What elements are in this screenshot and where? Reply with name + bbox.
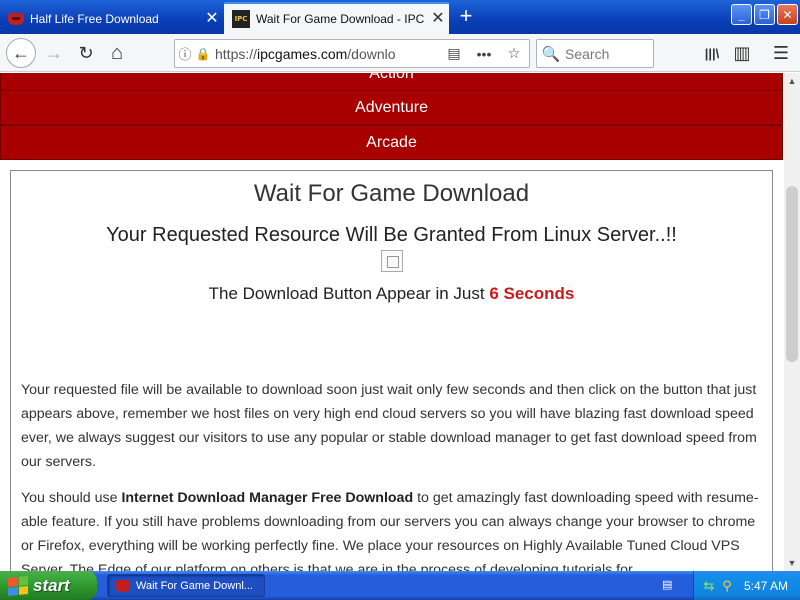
broken-image-icon [381, 250, 403, 272]
home-button[interactable]: ⌂ [103, 39, 131, 67]
clock[interactable]: 5:47 AM [744, 579, 788, 593]
reader-view-icon[interactable]: ▤ [439, 45, 469, 62]
navigation-toolbar: ← → ↻ ⌂ ⓘ 🔒 https://ipcgames.com/downlo … [0, 34, 800, 72]
ipc-favicon-icon: IPC [232, 10, 250, 28]
window-close-button[interactable]: ✕ [777, 4, 798, 25]
windows-taskbar: start Wait For Game Downl... ▤ ⇆ ⚲ 5:47 … [0, 571, 800, 600]
url-host: ipcgames.com [257, 45, 348, 62]
back-button[interactable]: ← [5, 37, 37, 69]
info-paragraph-1: Your requested file will be available to… [21, 382, 757, 470]
start-button[interactable]: start [0, 571, 97, 600]
keyboard-icon[interactable]: ▤ [662, 578, 678, 592]
back-arrow-icon: ← [6, 38, 36, 68]
windows-logo-icon [8, 575, 28, 596]
sidebar-button[interactable]: ▥ [728, 39, 756, 67]
paragraph-text: You should use [21, 490, 122, 506]
lock-icon[interactable]: 🔒 [195, 47, 211, 61]
start-label: start [33, 575, 70, 595]
minimize-button[interactable]: _ [731, 4, 752, 25]
library-button[interactable]: |||\ [698, 39, 726, 67]
tab-title: Half Life Free Download [30, 11, 159, 26]
countdown-seconds: 6 Seconds [489, 284, 575, 303]
download-wait-card: Wait For Game Download Your Requested Re… [10, 170, 773, 571]
page-actions-icon[interactable]: ••• [469, 46, 499, 62]
scrollbar-thumb[interactable] [786, 186, 798, 362]
url-scheme: https:// [215, 45, 258, 62]
search-tray-icon[interactable]: ⚲ [718, 578, 736, 594]
page-subtitle: Your Requested Resource Will Be Granted … [106, 224, 677, 246]
search-placeholder: Search [565, 45, 610, 62]
system-tray: ⇆ ⚲ 5:47 AM [693, 571, 800, 600]
network-icon[interactable]: ⇆ [700, 578, 718, 594]
gamepad-favicon-icon [8, 12, 24, 25]
close-icon[interactable]: ✕ [427, 11, 449, 27]
page-title: Wait For Game Download [253, 180, 530, 207]
url-path: /downlo [347, 45, 396, 62]
bookmark-star-icon[interactable]: ☆ [499, 45, 529, 62]
search-icon: 🔍 [541, 45, 561, 63]
countdown-text: The Download Button Appear in Just 6 Sec… [11, 284, 772, 304]
menu-button[interactable]: ☰ [767, 39, 795, 67]
category-link-arcade[interactable]: Arcade [0, 125, 783, 160]
tab-wait-for-game-download[interactable]: IPC Wait For Game Download - IPC Ga ✕ [224, 2, 449, 34]
forward-button[interactable]: → [40, 39, 68, 67]
countdown-prefix: The Download Button Appear in Just [208, 284, 490, 303]
scroll-down-arrow-icon[interactable]: ▼ [784, 555, 800, 571]
reload-button[interactable]: ↻ [72, 39, 100, 67]
close-icon[interactable]: ✕ [201, 10, 223, 27]
new-tab-button[interactable]: + [454, 4, 478, 30]
address-bar[interactable]: ⓘ 🔒 https://ipcgames.com/downlo ▤ ••• ☆ [174, 39, 530, 68]
scroll-up-arrow-icon[interactable]: ▲ [784, 73, 800, 89]
maximize-button[interactable]: ❐ [754, 4, 775, 25]
taskbar-window-title: Wait For Game Downl... [136, 579, 253, 592]
tab-half-life[interactable]: Half Life Free Download ✕ [0, 3, 223, 34]
page-viewport: Action Adventure Arcade Wait For Game Do… [0, 73, 784, 571]
gamepad-icon [116, 579, 130, 592]
taskbar-window-button[interactable]: Wait For Game Downl... [107, 574, 265, 597]
info-icon[interactable]: ⓘ [175, 44, 195, 63]
category-link-adventure[interactable]: Adventure [0, 90, 783, 125]
tab-title: Wait For Game Download - IPC Ga [256, 12, 427, 26]
info-paragraph-2: You should use Internet Download Manager… [21, 486, 763, 571]
url-text[interactable]: https://ipcgames.com/downlo [215, 46, 439, 62]
search-input[interactable]: 🔍 Search [536, 39, 654, 68]
idm-link-text: Internet Download Manager Free Download [121, 490, 414, 506]
vertical-scrollbar[interactable]: ▲ ▼ [784, 73, 800, 571]
browser-tab-strip: Half Life Free Download ✕ IPC Wait For G… [0, 0, 800, 34]
category-link-action[interactable]: Action [0, 73, 783, 91]
